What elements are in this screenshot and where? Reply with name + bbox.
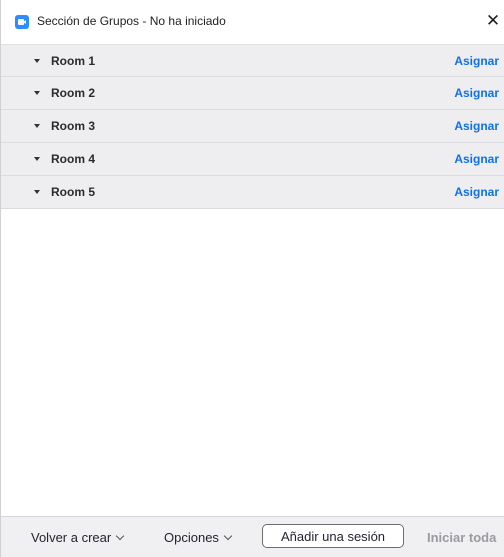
room-row[interactable]: Room 5 Asignar <box>1 176 504 209</box>
breakout-rooms-window: Sección de Grupos - No ha iniciado ✕ Roo… <box>0 0 504 557</box>
room-name: Room 2 <box>51 86 96 100</box>
room-name: Room 4 <box>51 152 96 166</box>
room-row[interactable]: Room 1 Asignar <box>1 44 504 77</box>
window-title: Sección de Grupos - No ha iniciado <box>37 14 226 28</box>
room-name: Room 3 <box>51 119 96 133</box>
assign-button[interactable]: Asignar <box>454 54 499 68</box>
chevron-down-icon <box>115 531 125 541</box>
assign-button[interactable]: Asignar <box>454 185 499 199</box>
chevron-down-icon <box>223 531 233 541</box>
assign-button[interactable]: Asignar <box>454 86 499 100</box>
start-all-button[interactable]: Iniciar toda <box>427 530 496 545</box>
caret-down-icon[interactable] <box>34 157 40 161</box>
assign-button[interactable]: Asignar <box>454 119 499 133</box>
assign-button[interactable]: Asignar <box>454 152 499 166</box>
room-list: Room 1 Asignar Room 2 Asignar Room 3 Asi… <box>1 44 504 209</box>
footer-toolbar: Volver a crear Opciones Añadir una sesió… <box>1 516 504 557</box>
title-bar: Sección de Grupos - No ha iniciado ✕ <box>1 0 504 44</box>
options-label: Opciones <box>164 530 219 545</box>
room-row[interactable]: Room 2 Asignar <box>1 77 504 110</box>
close-button[interactable]: ✕ <box>483 10 503 32</box>
caret-down-icon[interactable] <box>34 59 40 63</box>
caret-down-icon[interactable] <box>34 91 40 95</box>
room-row[interactable]: Room 4 Asignar <box>1 143 504 176</box>
recreate-dropdown[interactable]: Volver a crear <box>31 530 125 545</box>
caret-down-icon[interactable] <box>34 190 40 194</box>
caret-down-icon[interactable] <box>34 124 40 128</box>
add-session-button[interactable]: Añadir una sesión <box>262 524 404 548</box>
room-name: Room 1 <box>51 54 96 68</box>
zoom-icon <box>15 15 29 29</box>
recreate-label: Volver a crear <box>31 530 112 545</box>
room-name: Room 5 <box>51 185 96 199</box>
room-row[interactable]: Room 3 Asignar <box>1 110 504 143</box>
options-dropdown[interactable]: Opciones <box>164 530 233 545</box>
